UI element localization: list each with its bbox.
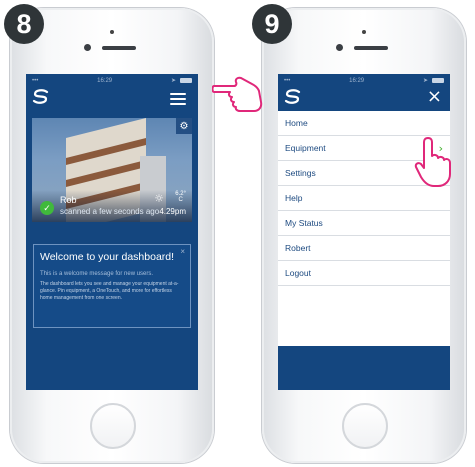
battery-icon xyxy=(431,78,444,83)
step-9-badge: 9 xyxy=(252,4,292,44)
user-name: Rob xyxy=(60,195,77,205)
scan-status: scanned a few seconds ago xyxy=(60,207,160,216)
menu-item-robert[interactable]: Robert xyxy=(278,236,450,261)
welcome-message: This is a welcome message for new users. xyxy=(40,271,154,277)
status-bar: ••• 16:29 ➤ xyxy=(26,74,198,87)
hand-pointer-icon xyxy=(414,136,454,193)
menu-item-my-status[interactable]: My Status xyxy=(278,211,450,236)
app-bar xyxy=(26,87,198,111)
camera xyxy=(336,44,343,51)
camera xyxy=(84,44,91,51)
app-bar: × xyxy=(278,87,450,111)
sun-icon: ☼ xyxy=(154,192,164,205)
welcome-title: Welcome to your dashboard! xyxy=(40,251,175,263)
welcome-panel: × Welcome to your dashboard! This is a w… xyxy=(33,244,191,328)
dashboard-screen: ••• 16:29 ➤ ⚙ ✓ Rob scanned a few second… xyxy=(26,74,198,390)
status-time: 16:29 xyxy=(349,77,365,84)
property-photo-card[interactable]: ⚙ ✓ Rob scanned a few seconds ago ☼ 6.2°… xyxy=(32,118,192,222)
welcome-description: The dashboard lets you see and manage yo… xyxy=(40,281,179,301)
step-8-badge: 8 xyxy=(4,4,44,44)
gear-icon[interactable]: ⚙ xyxy=(176,118,192,134)
speaker xyxy=(102,46,136,50)
home-button[interactable] xyxy=(90,403,136,449)
menu-screen: ••• 16:29 ➤ × Home Equipment › Settings … xyxy=(278,74,450,390)
menu-item-logout[interactable]: Logout xyxy=(278,261,450,286)
battery-icon xyxy=(179,78,192,83)
phone-left: ••• 16:29 ➤ ⚙ ✓ Rob scanned a few second… xyxy=(10,8,214,463)
speaker xyxy=(354,46,388,50)
local-time: 4.29pm xyxy=(159,207,186,216)
home-button[interactable] xyxy=(342,403,388,449)
close-icon[interactable]: × xyxy=(427,88,442,106)
status-bar: ••• 16:29 ➤ xyxy=(278,74,450,87)
menu-item-home[interactable]: Home xyxy=(278,111,450,136)
phone-right: ••• 16:29 ➤ × Home Equipment › Settings … xyxy=(262,8,466,463)
hamburger-menu-icon[interactable] xyxy=(170,93,186,108)
logo-icon xyxy=(284,89,302,110)
close-icon[interactable]: × xyxy=(180,247,185,256)
logo-icon xyxy=(32,89,50,110)
hand-pointer-icon xyxy=(211,76,264,121)
check-circle-icon: ✓ xyxy=(40,201,54,215)
status-time: 16:29 xyxy=(97,77,113,84)
temperature: 6.2° C xyxy=(175,191,186,203)
